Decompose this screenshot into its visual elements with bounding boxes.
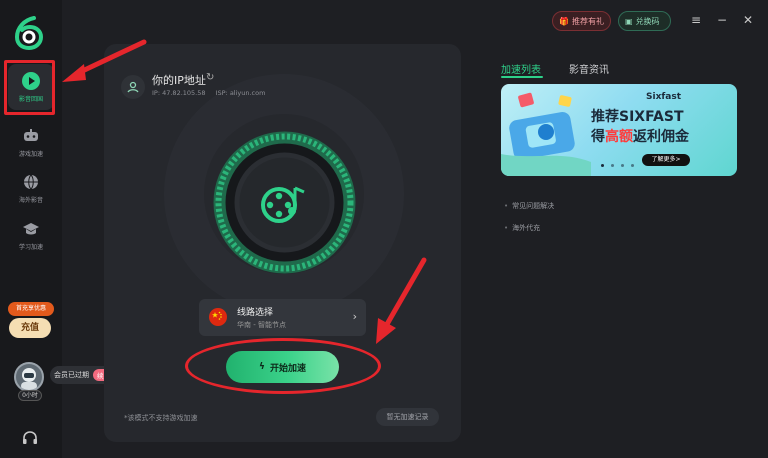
ip-details: IP: 47.82.105.58 ISP: aliyun.com <box>152 89 273 97</box>
globe-icon <box>21 172 41 192</box>
banner-headline: 推荐SIXFAST <box>591 109 684 125</box>
annotation-highlight-box <box>4 60 55 115</box>
annotation-highlight-ellipse <box>185 338 381 394</box>
isp-name: ISP: aliyun.com <box>215 89 266 97</box>
sidebar-item-label: 海外影音 <box>18 197 43 204</box>
avatar[interactable] <box>14 362 44 392</box>
link-faq[interactable]: 常见问题解决 <box>504 201 554 211</box>
graduation-cap-icon <box>21 219 41 239</box>
promo-badge: 首充享优惠 <box>8 302 54 316</box>
chevron-right-icon: › <box>352 310 357 323</box>
tab-accelerate-list[interactable]: 加速列表 <box>501 61 541 76</box>
accel-record-button[interactable]: 暂无加速记录 <box>376 408 439 426</box>
recharge-button[interactable]: 充值 <box>9 318 51 338</box>
link-overseas-topup[interactable]: 海外代充 <box>504 223 540 233</box>
ip-address: IP: 47.82.105.58 <box>152 89 206 97</box>
ticket-icon: ▣ <box>625 16 633 26</box>
promo-banner[interactable]: Sixfast 推荐SIXFAST 得高额返利佣金 了解更多> <box>501 84 737 176</box>
banner-brand: Sixfast <box>646 92 682 102</box>
china-flag-icon <box>209 308 227 326</box>
refresh-icon[interactable]: ↻ <box>206 72 214 83</box>
sidebar: 影音回国 游戏加速 海外影音 学习加速 首充享优惠 充值 0小时 <box>0 0 62 458</box>
mode-note: *该模式不支持游戏加速 <box>124 414 198 422</box>
learn-more-button[interactable]: 了解更多> <box>642 154 690 166</box>
route-select-button[interactable]: 线路选择 华南 - 智能节点 › <box>199 299 366 336</box>
member-status-text: 会员已过期 <box>54 371 89 379</box>
gamepad-icon <box>21 126 41 146</box>
referral-gift-button[interactable]: 🎁 推荐有礼 <box>552 11 611 31</box>
menu-icon[interactable]: ≡ <box>689 13 703 27</box>
route-node: 华南 - 智能节点 <box>237 321 286 329</box>
tab-media-news[interactable]: 影音资讯 <box>569 61 609 76</box>
sidebar-item-label: 游戏加速 <box>18 151 43 158</box>
annotation-arrow-sidebar <box>62 39 147 82</box>
app-logo-icon <box>14 16 44 50</box>
referral-gift-label: 推荐有礼 <box>571 16 604 26</box>
banner-subheadline: 得高额返利佣金 <box>591 126 689 146</box>
close-icon[interactable]: ✕ <box>741 13 755 27</box>
active-tab-indicator <box>501 76 543 78</box>
sidebar-item-overseas-media[interactable]: 海外影音 <box>8 165 54 211</box>
gift-icon: 🎁 <box>559 16 569 26</box>
carousel-dots[interactable] <box>601 164 634 167</box>
headset-icon[interactable] <box>22 430 38 446</box>
redeem-code-button[interactable]: ▣ 兑换码 <box>618 11 671 31</box>
accelerator-dial <box>213 131 356 274</box>
minimize-icon[interactable]: − <box>715 13 729 27</box>
redeem-code-label: 兑换码 <box>635 16 660 26</box>
banner-text: 得 <box>591 129 605 145</box>
sidebar-item-study-accel[interactable]: 学习加速 <box>8 212 54 258</box>
app-window: 影音回国 游戏加速 海外影音 学习加速 首充享优惠 充值 0小时 会员已过期 🎁… <box>0 0 768 458</box>
sidebar-item-label: 学习加速 <box>18 244 43 251</box>
hours-badge: 0小时 <box>18 390 42 401</box>
banner-text: 返利佣金 <box>633 129 689 145</box>
banner-highlight: 高额 <box>605 129 633 145</box>
route-title: 线路选择 <box>237 308 274 318</box>
sidebar-item-game-accel[interactable]: 游戏加速 <box>8 119 54 165</box>
annotation-arrow-start <box>376 257 427 344</box>
ip-title: 你的IP地址 <box>152 74 206 87</box>
